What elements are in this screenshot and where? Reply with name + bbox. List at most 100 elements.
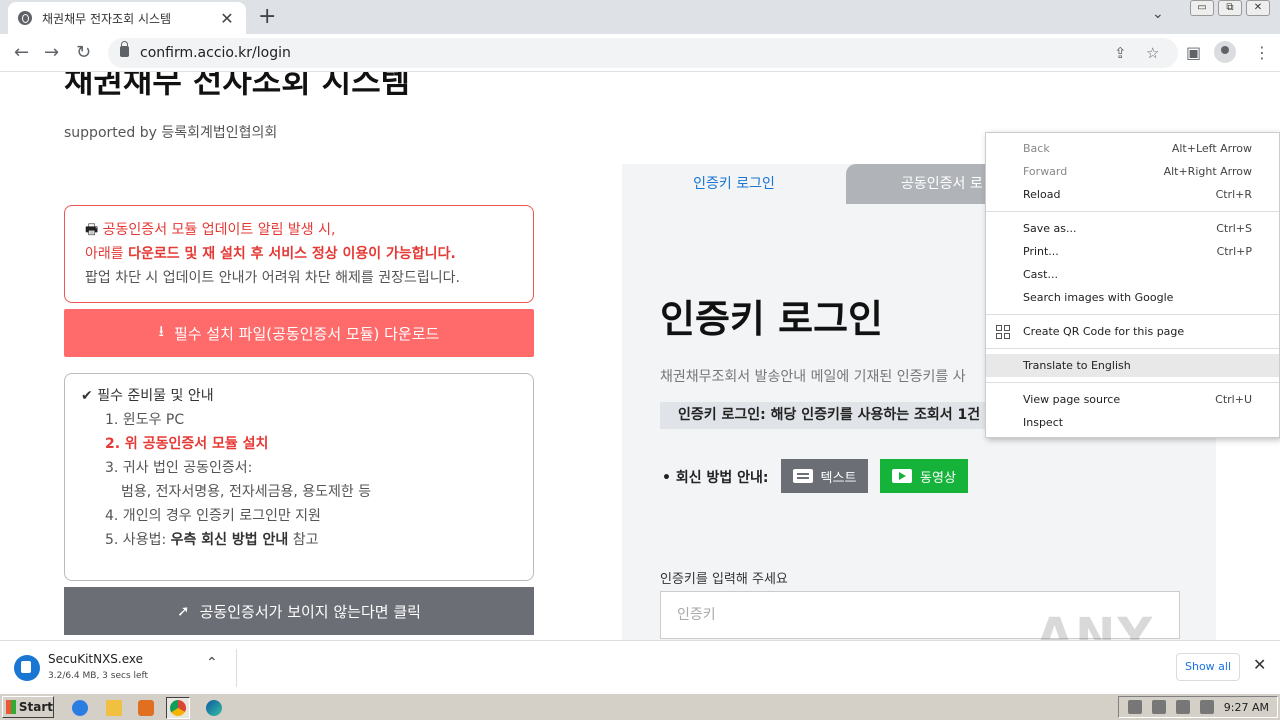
share-icon[interactable]: ⇪ <box>1114 44 1127 62</box>
requirement-item-5-bold: 우측 회신 방법 안내 <box>170 532 289 548</box>
menu-item-qr-code[interactable]: Create QR Code for this page <box>986 320 1279 343</box>
download-module-label: 필수 설치 파일(공동인증서 모듈) 다운로드 <box>173 324 440 343</box>
key-input-label: 인증키를 입력해 주세요 <box>660 572 788 587</box>
new-tab-button[interactable]: + <box>258 4 276 29</box>
menu-item-translate-label: Translate to English <box>1023 359 1131 372</box>
lock-icon[interactable] <box>120 41 129 57</box>
printer-icon: 🖶 <box>85 222 103 238</box>
window-controls: ▭ ⧉ ✕ <box>1190 0 1270 16</box>
ie-taskbar-icon[interactable] <box>68 697 92 719</box>
menu-item-back-label: Back <box>1023 142 1050 155</box>
side-panel-icon[interactable]: ▣ <box>1186 43 1201 62</box>
cert-not-visible-button[interactable]: ➚ 공동인증서가 보이지 않는다면 클릭 <box>64 587 534 635</box>
forward-arrow-icon[interactable]: → <box>44 42 59 63</box>
network-icon[interactable] <box>1151 700 1166 714</box>
browser-toolbar: ← → ↻ confirm.accio.kr/login ⇪ ☆ ▣ ⋮ <box>0 34 1280 72</box>
system-tray: 9:27 AM <box>1118 696 1278 718</box>
profile-avatar[interactable] <box>1214 41 1236 63</box>
text-guide-button[interactable]: 텍스트 <box>781 459 868 493</box>
cursor-icon: ➚ <box>177 602 190 620</box>
cert-not-visible-label: 공동인증서가 보이지 않는다면 클릭 <box>199 602 421 621</box>
menu-separator <box>986 382 1279 383</box>
tab-key-login[interactable]: 인증키 로그인 <box>622 164 846 204</box>
menu-separator <box>986 211 1279 212</box>
download-bar: SecuKitNXS.exe 3.2/6.4 MB, 3 secs left ⌃… <box>0 640 1280 692</box>
menu-separator <box>986 314 1279 315</box>
start-button[interactable]: Start <box>2 696 54 718</box>
login-heading: 인증키 로그인 <box>660 297 883 341</box>
back-arrow-icon[interactable]: ← <box>14 42 29 63</box>
menu-item-back[interactable]: Back Alt+Left Arrow <box>986 137 1279 160</box>
download-status: 3.2/6.4 MB, 3 secs left <box>48 671 149 681</box>
requirement-item-1: 1. 윈도우 PC <box>105 412 185 428</box>
alert-line-2-bold: 다운로드 및 재 설치 후 서비스 정상 이용이 가능합니다. <box>128 246 456 262</box>
menu-item-cast[interactable]: Cast... <box>986 263 1279 286</box>
menu-item-search-images[interactable]: Search images with Google <box>986 286 1279 309</box>
menu-item-forward-shortcut: Alt+Right Arrow <box>1163 165 1252 178</box>
menu-item-save-as-shortcut: Ctrl+S <box>1216 222 1252 235</box>
menu-item-cast-label: Cast... <box>1023 268 1058 281</box>
update-alert-box: 🖶 공동인증서 모듈 업데이트 알림 발생 시, 아래를 다운로드 및 재 설치… <box>64 205 534 303</box>
video-guide-label: 동영상 <box>920 470 956 486</box>
shield-icon[interactable] <box>1199 700 1214 714</box>
menu-item-print-shortcut: Ctrl+P <box>1216 245 1252 258</box>
menu-item-reload-label: Reload <box>1023 188 1061 201</box>
download-module-button[interactable]: ⭳ 필수 설치 파일(공동인증서 모듈) 다운로드 <box>64 309 534 357</box>
tab-close-icon[interactable]: ✕ <box>218 9 236 28</box>
download-divider <box>236 649 237 687</box>
media-player-taskbar-icon[interactable] <box>134 697 158 719</box>
menu-item-print[interactable]: Print... Ctrl+P <box>986 240 1279 263</box>
download-icon: ⭳ <box>158 321 164 340</box>
address-bar[interactable]: confirm.accio.kr/login ⇪ ☆ <box>108 38 1178 68</box>
close-window-button[interactable]: ✕ <box>1246 0 1270 16</box>
show-all-button[interactable]: Show all <box>1176 653 1240 681</box>
supported-by: supported by 등록회계법인협의회 <box>64 125 278 141</box>
tab-search-chevron-icon[interactable]: ⌄ <box>1152 6 1164 22</box>
login-description: 채권채무조회서 발송안내 메일에 기재된 인증키를 사 <box>660 369 966 385</box>
menu-item-reload[interactable]: Reload Ctrl+R <box>986 183 1279 206</box>
tab-title: 채권채무 전자조회 시스템 <box>42 11 172 26</box>
menu-item-save-as[interactable]: Save as... Ctrl+S <box>986 217 1279 240</box>
url-text[interactable]: confirm.accio.kr/login <box>140 45 291 61</box>
bookmark-star-icon[interactable]: ☆ <box>1146 44 1159 62</box>
restore-button[interactable]: ⧉ <box>1218 0 1242 16</box>
requirement-item-2: 2. 위 공동인증서 모듈 설치 <box>105 436 269 452</box>
menu-item-save-as-label: Save as... <box>1023 222 1077 235</box>
requirement-item-5-prefix: 5. 사용법: <box>105 532 171 548</box>
chrome-taskbar-icon[interactable] <box>166 697 190 719</box>
menu-item-inspect[interactable]: Inspect <box>986 411 1279 434</box>
video-guide-button[interactable]: 동영상 <box>880 459 968 493</box>
menu-item-forward-label: Forward <box>1023 165 1068 178</box>
menu-item-view-source[interactable]: View page source Ctrl+U <box>986 388 1279 411</box>
requirements-title: 필수 준비물 및 안내 <box>97 388 214 404</box>
edge-taskbar-icon[interactable] <box>202 697 226 719</box>
requirement-item-5: 5. 사용법: 우측 회신 방법 안내 참고 <box>81 528 517 552</box>
explorer-taskbar-icon[interactable] <box>102 697 126 719</box>
menu-separator <box>986 348 1279 349</box>
checkmark-icon: ✔ <box>81 388 98 404</box>
menu-item-reload-shortcut: Ctrl+R <box>1215 188 1252 201</box>
requirement-item-3: 3. 귀사 법인 공동인증서: <box>105 460 253 476</box>
windows-flag-icon <box>6 700 16 714</box>
speaker-icon[interactable] <box>1127 700 1142 714</box>
menu-item-back-shortcut: Alt+Left Arrow <box>1171 142 1252 155</box>
download-file-name[interactable]: SecuKitNXS.exe <box>48 652 143 666</box>
requirement-item-5-suffix: 참고 <box>288 532 319 548</box>
play-icon <box>892 469 913 483</box>
minimize-button[interactable]: ▭ <box>1190 0 1214 16</box>
menu-item-translate[interactable]: Translate to English <box>986 354 1279 377</box>
globe-icon <box>18 11 32 25</box>
chevron-up-icon[interactable]: ⌃ <box>206 655 218 671</box>
browser-tab[interactable]: 채권채무 전자조회 시스템 ✕ <box>8 2 246 34</box>
text-guide-label: 텍스트 <box>820 470 857 486</box>
menu-item-forward[interactable]: Forward Alt+Right Arrow <box>986 160 1279 183</box>
alert-line-1: 공동인증서 모듈 업데이트 알림 발생 시, <box>102 222 336 238</box>
reload-icon[interactable]: ↻ <box>76 42 91 63</box>
exe-file-icon[interactable] <box>14 655 40 681</box>
menu-item-inspect-label: Inspect <box>1023 416 1064 429</box>
flag-icon[interactable] <box>1175 700 1190 714</box>
alert-line-3: 팝업 차단 시 업데이트 안내가 어려워 차단 해제를 권장드립니다. <box>85 270 460 286</box>
close-download-bar-icon[interactable]: ✕ <box>1253 655 1266 674</box>
kebab-menu-icon[interactable]: ⋮ <box>1254 43 1270 62</box>
menu-item-print-label: Print... <box>1023 245 1059 258</box>
